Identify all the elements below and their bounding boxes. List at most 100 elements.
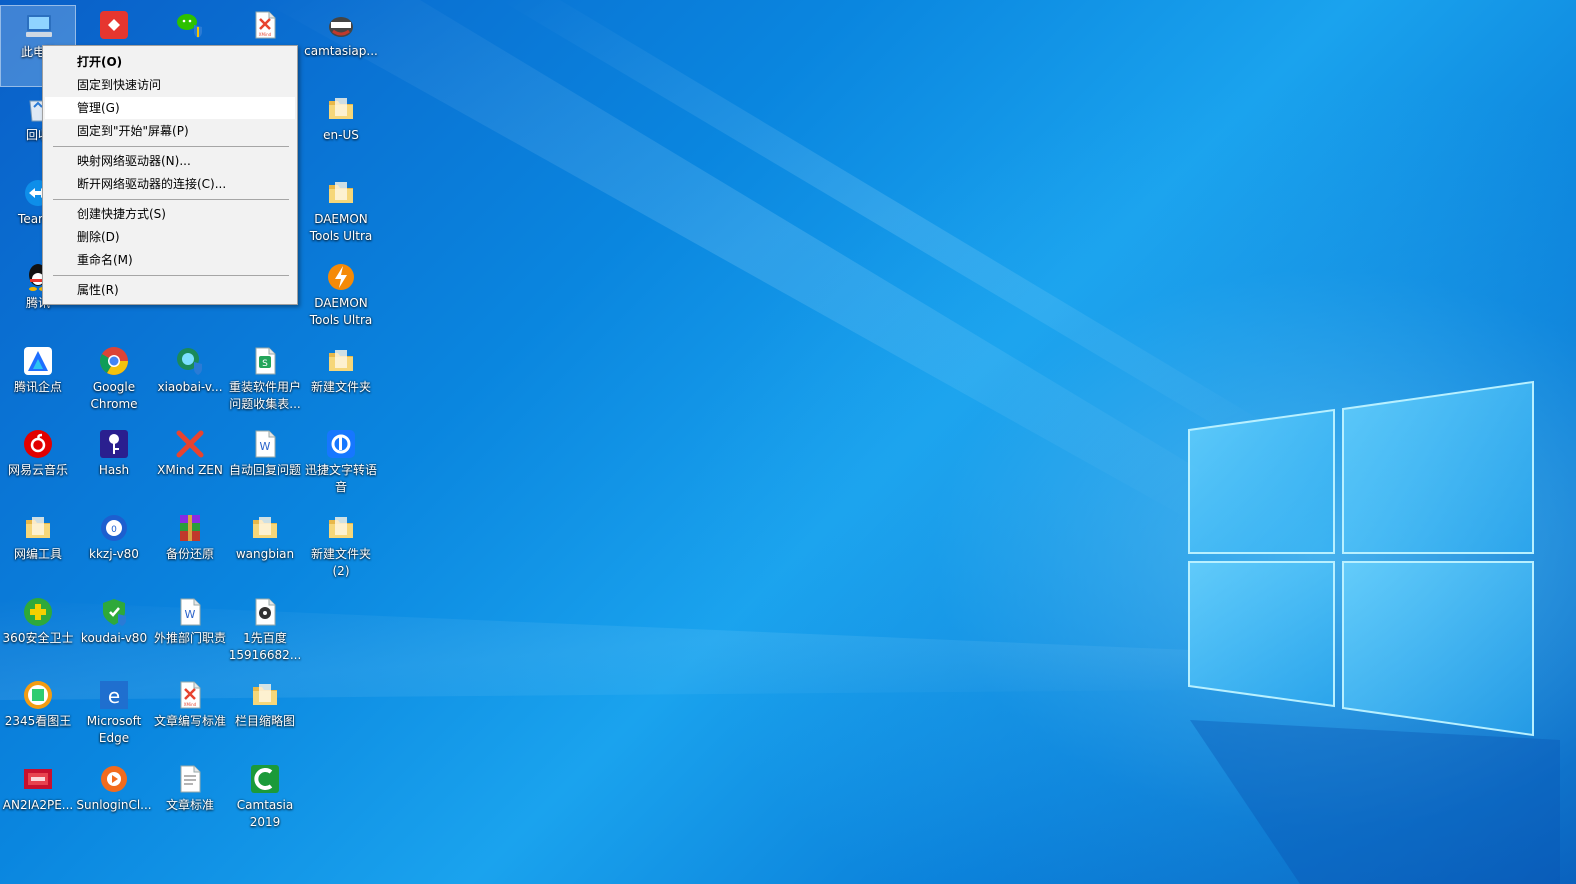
desktop-icon-label: 网易云音乐 bbox=[7, 463, 68, 477]
winrar-icon bbox=[174, 512, 206, 544]
desktop-icon[interactable]: 0 kkzj-v80 bbox=[76, 508, 152, 590]
desktop-icon[interactable]: AN2IA2PE... bbox=[0, 759, 76, 841]
wechat-shield-icon bbox=[174, 9, 206, 41]
desktop-icon-label: 2345看图王 bbox=[4, 714, 72, 728]
desktop-icon[interactable]: SunloginCl... bbox=[76, 759, 152, 841]
desktop-icon-label: kkzj-v80 bbox=[89, 547, 139, 561]
windows-logo-wallpaper bbox=[1188, 380, 1534, 737]
desktop-icon-label: 重装软件用户 问题收集表... bbox=[228, 380, 301, 411]
desktop-icon-label: DAEMON Tools Ultra bbox=[309, 296, 373, 327]
desktop-icon[interactable]: S 重装软件用户 问题收集表... bbox=[227, 341, 303, 423]
folder-icon bbox=[249, 512, 281, 544]
xmind-file-icon: XMind bbox=[174, 679, 206, 711]
menu-item-manage[interactable]: 管理(G) bbox=[45, 97, 295, 119]
menu-separator bbox=[53, 275, 289, 276]
desktop-icon-label: XMind ZEN bbox=[157, 463, 223, 477]
desktop-icon-label: SunloginCl... bbox=[76, 798, 152, 812]
image-file-icon bbox=[22, 763, 54, 795]
desktop-icon-label: Google Chrome bbox=[90, 380, 138, 411]
desktop-icon[interactable]: 网编工具 bbox=[0, 508, 76, 590]
text-file-icon bbox=[174, 763, 206, 795]
daemon-tools-icon bbox=[325, 261, 357, 293]
desktop-icon[interactable]: e Microsoft Edge bbox=[76, 675, 152, 757]
desktop-icon-label: 腾讯企点 bbox=[13, 380, 62, 394]
menu-item-pin-start[interactable]: 固定到"开始"屏幕(P) bbox=[45, 120, 295, 142]
media-file-icon bbox=[249, 596, 281, 628]
menu-item-pin-quick-access[interactable]: 固定到快速访问 bbox=[45, 74, 295, 96]
desktop-icon[interactable]: wangbian bbox=[227, 508, 303, 590]
desktop-icon[interactable]: 备份还原 bbox=[152, 508, 228, 590]
desktop-icon-label: Camtasia 2019 bbox=[236, 798, 294, 829]
desktop-icon[interactable]: 新建文件夹 (2) bbox=[303, 508, 379, 590]
desktop-icon[interactable]: 新建文件夹 bbox=[303, 341, 379, 423]
svg-text:e: e bbox=[108, 684, 120, 708]
desktop-icon-label: 文章编写标准 bbox=[153, 714, 226, 728]
svg-text:W: W bbox=[185, 608, 196, 621]
2345-viewer-icon bbox=[22, 679, 54, 711]
desktop-icon-label: AN2IA2PE... bbox=[2, 798, 74, 812]
desktop-icon[interactable]: 2345看图王 bbox=[0, 675, 76, 757]
desktop-icon[interactable]: Google Chrome bbox=[76, 341, 152, 423]
camtasia-icon bbox=[249, 763, 281, 795]
360-security-icon bbox=[22, 596, 54, 628]
folder-icon bbox=[325, 177, 357, 209]
desktop-icon[interactable]: 1先百度 15916682... bbox=[227, 592, 303, 674]
desktop-icon[interactable]: Camtasia 2019 bbox=[227, 759, 303, 841]
hash-key-icon bbox=[98, 428, 130, 460]
desktop-icon-label: 新建文件夹 bbox=[310, 380, 371, 394]
desktop-icon[interactable]: 迅捷文字转语 音 bbox=[303, 424, 379, 506]
menu-item-create-shortcut[interactable]: 创建快捷方式(S) bbox=[45, 203, 295, 225]
desktop-icon[interactable]: 网易云音乐 bbox=[0, 424, 76, 506]
desktop-icon[interactable]: DAEMON Tools Ultra bbox=[303, 257, 379, 339]
desktop-icon-label: 新建文件夹 (2) bbox=[310, 547, 371, 578]
context-menu: 打开(O) 固定到快速访问 管理(G) 固定到"开始"屏幕(P) 映射网络驱动器… bbox=[42, 45, 298, 305]
svg-text:XMind: XMind bbox=[259, 32, 272, 37]
menu-item-map-network-drive[interactable]: 映射网络驱动器(N)... bbox=[45, 150, 295, 172]
red-app-icon bbox=[98, 9, 130, 41]
tencent-qidian-icon bbox=[22, 345, 54, 377]
desktop-icon-label: Hash bbox=[98, 463, 130, 477]
desktop-icon[interactable]: 360安全卫士 bbox=[0, 592, 76, 674]
menu-item-rename[interactable]: 重命名(M) bbox=[45, 249, 295, 271]
desktop-icon[interactable]: camtasiap... bbox=[303, 5, 379, 87]
koudai-shield-icon bbox=[98, 596, 130, 628]
kkzj-icon: 0 bbox=[98, 512, 130, 544]
desktop-icon[interactable]: DAEMON Tools Ultra bbox=[303, 173, 379, 255]
desktop-icon-label: DAEMON Tools Ultra bbox=[309, 212, 373, 243]
desktop-icon-label: en-US bbox=[323, 128, 359, 142]
computer-icon bbox=[23, 10, 55, 42]
desktop-icon[interactable]: 腾讯企点 bbox=[0, 341, 76, 423]
desktop-icon-label: xiaobai-v... bbox=[157, 380, 223, 394]
xiaobai-icon bbox=[174, 345, 206, 377]
desktop-icon[interactable]: koudai-v80 bbox=[76, 592, 152, 674]
desktop-icon-label: camtasiap... bbox=[304, 44, 378, 58]
folder-icon bbox=[325, 512, 357, 544]
spreadsheet-icon: S bbox=[249, 345, 281, 377]
desktop-icon-label: 1先百度 15916682... bbox=[228, 631, 302, 662]
desktop-icon[interactable]: en-US bbox=[303, 89, 379, 171]
edge-icon: e bbox=[98, 679, 130, 711]
desktop-icon[interactable]: xiaobai-v... bbox=[152, 341, 228, 423]
svg-text:S: S bbox=[262, 359, 268, 369]
desktop-icon-label: 自动回复问题 bbox=[228, 463, 301, 477]
desktop-icon[interactable]: XMind 文章编写标准 bbox=[152, 675, 228, 757]
desktop-icon-label: Microsoft Edge bbox=[86, 714, 142, 745]
menu-separator bbox=[53, 146, 289, 147]
menu-item-properties[interactable]: 属性(R) bbox=[45, 279, 295, 301]
desktop-icon[interactable]: 栏目缩略图 bbox=[227, 675, 303, 757]
desktop-icon-label: 迅捷文字转语 音 bbox=[304, 463, 377, 494]
svg-text:W: W bbox=[260, 440, 271, 453]
svg-text:XMind: XMind bbox=[184, 702, 197, 707]
desktop-icon[interactable]: W 外推部门职责 bbox=[152, 592, 228, 674]
desktop-icon[interactable]: W 自动回复问题 bbox=[227, 424, 303, 506]
menu-item-disconnect-network-drive[interactable]: 断开网络驱动器的连接(C)... bbox=[45, 173, 295, 195]
desktop-icon[interactable]: 文章标准 bbox=[152, 759, 228, 841]
desktop-icon[interactable]: XMind ZEN bbox=[152, 424, 228, 506]
menu-item-delete[interactable]: 删除(D) bbox=[45, 226, 295, 248]
desktop-icon-label: 备份还原 bbox=[165, 547, 214, 561]
menu-item-open[interactable]: 打开(O) bbox=[45, 51, 295, 73]
word-doc-icon: W bbox=[174, 596, 206, 628]
folder-icon bbox=[325, 93, 357, 125]
desktop-icon-label: 360安全卫士 bbox=[2, 631, 74, 645]
desktop-icon[interactable]: Hash bbox=[76, 424, 152, 506]
